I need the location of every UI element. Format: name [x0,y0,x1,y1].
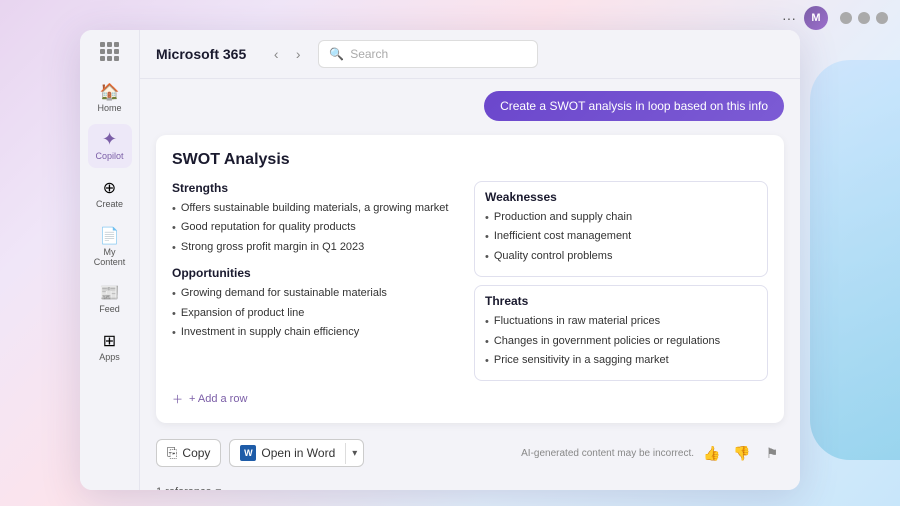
weakness-item-1: • Production and supply chain [485,210,757,226]
apps-icon: ⊞ [100,331,120,351]
create-swot-button[interactable]: Create a SWOT analysis in loop based on … [484,91,784,121]
header: Microsoft 365 ‹ › 🔍 Search [140,30,800,79]
sidebar-label-apps: Apps [99,353,120,363]
swot-grid: Strengths • Offers sustainable building … [172,181,768,381]
threat-item-2: • Changes in government policies or regu… [485,334,757,350]
chat-area: Create a SWOT analysis in loop based on … [140,79,800,490]
avatar: M [804,6,828,30]
add-row-icon: ＋ [172,391,183,407]
bullet-icon: • [485,230,489,245]
sidebar-label-copilot: Copilot [95,152,123,162]
feed-icon: 📰 [100,283,120,303]
sidebar-item-feed[interactable]: 📰 Feed [88,277,132,321]
thumbs-up-button[interactable]: 👍 [700,441,724,465]
sidebar-item-create[interactable]: ⊕ Create [88,172,132,216]
open-word-label: Open in Word [261,446,335,460]
app-container: 🏠 Home ✦ Copilot ⊕ Create 📄 My Content 📰… [80,30,800,490]
minimize-button[interactable] [840,12,852,24]
opportunity-item-3: • Investment in supply chain efficiency [172,325,466,341]
sidebar-label-create: Create [96,200,123,210]
swot-right-column: Weaknesses • Production and supply chain… [474,181,768,381]
add-row[interactable]: ＋ + Add a row [172,391,768,407]
sidebar-label-home: Home [97,104,121,114]
sidebar-item-home[interactable]: 🏠 Home [88,76,132,120]
bullet-icon: • [172,326,176,341]
word-icon: W [240,445,256,461]
sidebar-label-feed: Feed [99,305,120,315]
bullet-icon: • [172,287,176,302]
opportunity-item-1: • Growing demand for sustainable materia… [172,286,466,302]
copy-button[interactable]: ⎘ Copy [156,439,221,467]
weakness-item-3: • Quality control problems [485,249,757,265]
maximize-button[interactable] [858,12,870,24]
bullet-icon: • [485,250,489,265]
bullet-icon: • [172,241,176,256]
copy-icon: ⎘ [167,445,177,461]
action-left: ⎘ Copy W Open in Word ▾ [156,439,364,467]
sidebar-label-my-content: My Content [92,248,128,268]
more-icon[interactable]: ··· [782,10,796,26]
open-word-button[interactable]: W Open in Word ▾ [229,439,364,467]
swot-left-column: Strengths • Offers sustainable building … [172,181,466,381]
apps-grid-icon[interactable] [100,42,120,62]
bullet-icon: • [485,315,489,330]
bullet-icon: • [485,211,489,226]
search-bar[interactable]: 🔍 Search [318,40,538,68]
swot-opportunities-section: Opportunities • Growing demand for susta… [172,266,466,341]
sidebar-item-copilot[interactable]: ✦ Copilot [88,124,132,168]
close-button[interactable] [876,12,888,24]
strength-item-1: • Offers sustainable building materials,… [172,201,466,217]
bullet-icon: • [485,335,489,350]
sidebar: 🏠 Home ✦ Copilot ⊕ Create 📄 My Content 📰… [80,30,140,490]
action-right: AI-generated content may be incorrect. 👍… [521,441,784,465]
search-placeholder-text: Search [350,47,388,61]
bullet-icon: • [172,202,176,217]
sidebar-item-my-content[interactable]: 📄 My Content [88,220,132,274]
flag-button[interactable]: ⚑ [760,441,784,465]
app-title: Microsoft 365 [156,46,246,62]
action-bar: ⎘ Copy W Open in Word ▾ AI-generated con… [156,433,784,473]
ai-disclaimer: AI-generated content may be incorrect. [521,448,694,459]
add-row-label: + Add a row [189,393,247,405]
bullet-icon: • [172,221,176,236]
swot-weaknesses-section: Weaknesses • Production and supply chain… [474,181,768,277]
open-word-chevron[interactable]: ▾ [345,443,363,464]
create-icon: ⊕ [100,178,120,198]
strengths-title: Strengths [172,181,466,195]
window-chrome: ··· M [770,0,900,36]
opportunity-item-2: • Expansion of product line [172,306,466,322]
opportunities-title: Opportunities [172,266,466,280]
my-content-icon: 📄 [100,226,120,246]
main-content: Microsoft 365 ‹ › 🔍 Search Create a SWOT… [140,30,800,490]
threat-item-3: • Price sensitivity in a sagging market [485,353,757,369]
sidebar-item-apps[interactable]: ⊞ Apps [88,325,132,369]
strength-item-2: • Good reputation for quality products [172,220,466,236]
copilot-icon: ✦ [100,130,120,150]
nav-arrows: ‹ › [266,44,308,64]
weaknesses-title: Weaknesses [485,190,757,204]
bullet-icon: • [485,354,489,369]
threats-title: Threats [485,294,757,308]
reference-chevron-icon: ▾ [216,485,222,490]
open-word-main[interactable]: W Open in Word [230,440,345,466]
swot-threats-section: Threats • Fluctuations in raw material p… [474,285,768,381]
strength-item-3: • Strong gross profit margin in Q1 2023 [172,240,466,256]
weakness-item-2: • Inefficient cost management [485,229,757,245]
forward-button[interactable]: › [288,44,308,64]
swot-card: SWOT Analysis Strengths • Offers sustain… [156,135,784,423]
swot-title: SWOT Analysis [172,151,768,169]
swot-strengths-section: Strengths • Offers sustainable building … [172,181,466,256]
copy-label: Copy [182,446,210,460]
thumbs-down-button[interactable]: 👎 [730,441,754,465]
back-button[interactable]: ‹ [266,44,286,64]
threat-item-1: • Fluctuations in raw material prices [485,314,757,330]
decorative-glass [810,60,900,460]
home-icon: 🏠 [100,82,120,102]
search-icon: 🔍 [329,47,344,61]
bullet-icon: • [172,307,176,322]
reference-label: 1 reference [156,486,212,490]
reference-row[interactable]: 1 reference ▾ [156,483,784,490]
